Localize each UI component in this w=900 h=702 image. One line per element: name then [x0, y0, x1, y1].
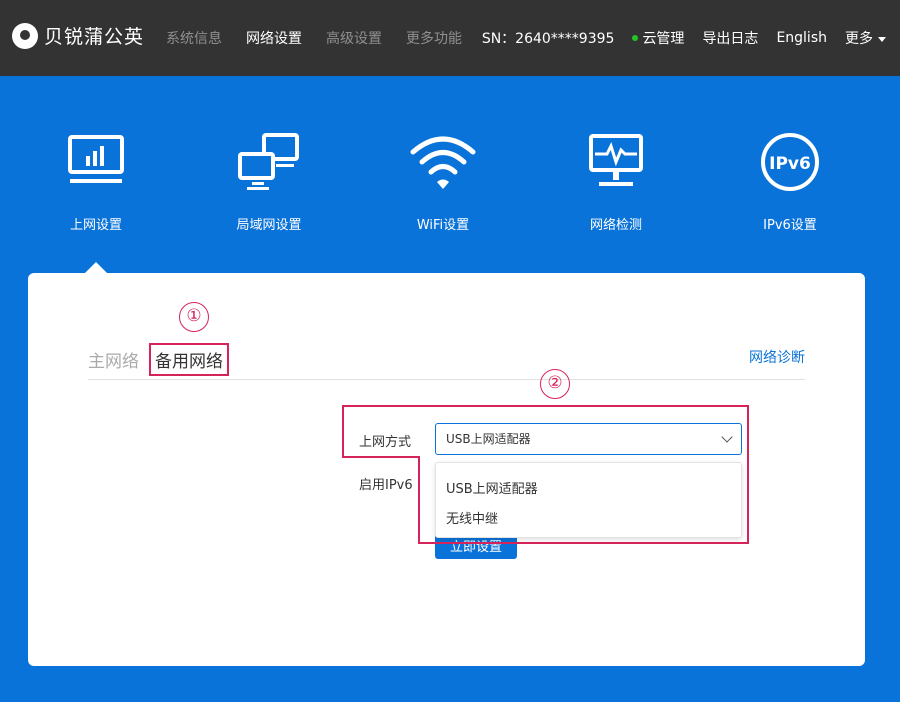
main-nav: 系统信息 网络设置 高级设置 更多功能 [166, 28, 486, 48]
logo-icon [12, 22, 38, 49]
module-label: WiFi设置 [416, 218, 470, 233]
active-module-pointer [85, 262, 107, 273]
more-label: 更多 [845, 31, 873, 47]
header-right: SN：2640****9395 云管理 导出日志 English 更多 [482, 28, 886, 48]
ipv6-icon-text: IPv6 [769, 154, 811, 174]
module-internet-settings[interactable]: 上网设置 [36, 132, 156, 233]
top-bar: 贝锐蒲公英 系统信息 网络设置 高级设置 更多功能 SN：2640****939… [0, 0, 900, 76]
annotation-marker-2: ② [540, 369, 570, 399]
cloud-management-label: 云管理 [642, 31, 685, 47]
monitor-pulse-icon [589, 134, 643, 186]
nav-item-system-info[interactable]: 系统信息 [166, 28, 222, 48]
brand-name: 贝锐蒲公英 [44, 26, 145, 48]
monitor-chart-icon [68, 135, 124, 183]
nav-item-network-settings[interactable]: 网络设置 [246, 28, 302, 48]
nav-item-advanced-settings[interactable]: 高级设置 [326, 28, 382, 48]
module-ipv6-settings[interactable]: IPv6 IPv6设置 [730, 132, 850, 233]
module-label: 网络检测 [589, 218, 642, 233]
network-tabs: 主网络 备用网络 [88, 343, 229, 376]
content-card: ① 主网络 备用网络 网络诊断 ② 上网方式 USB上网适配器 启用IPv6 立… [28, 273, 865, 666]
cloud-management-link[interactable]: 云管理 [632, 28, 684, 48]
more-menu[interactable]: 更多 [845, 28, 886, 48]
wifi-icon [410, 136, 476, 189]
annotation-marker-1: ① [179, 302, 209, 332]
annotation-box-2 [342, 405, 749, 544]
tab-backup-network[interactable]: 备用网络 [149, 343, 229, 376]
module-wifi-settings[interactable]: WiFi设置 [383, 132, 503, 233]
module-nav: 上网设置 局域网设置 WiFi设置 网络检测 IPv6 IPv6设置 [0, 76, 900, 272]
tabs-divider [88, 379, 805, 380]
brand-logo[interactable]: 贝锐蒲公英 [12, 22, 144, 49]
nav-item-more-features[interactable]: 更多功能 [406, 28, 462, 48]
caret-down-icon [878, 36, 886, 42]
module-lan-settings[interactable]: 局域网设置 [209, 132, 329, 233]
lan-computers-icon [238, 133, 299, 190]
module-network-detection[interactable]: 网络检测 [556, 132, 676, 233]
language-switch[interactable]: English [776, 30, 827, 46]
module-label: 上网设置 [69, 218, 122, 233]
serial-number: SN：2640****9395 [481, 31, 615, 47]
network-diagnose-link[interactable]: 网络诊断 [749, 347, 805, 367]
module-label: 局域网设置 [236, 218, 302, 233]
status-dot-icon [632, 35, 639, 41]
tab-main-network[interactable]: 主网络 [88, 347, 139, 372]
ipv6-icon: IPv6 [761, 133, 819, 191]
module-label: IPv6设置 [763, 218, 817, 233]
export-log-link[interactable]: 导出日志 [702, 28, 758, 48]
